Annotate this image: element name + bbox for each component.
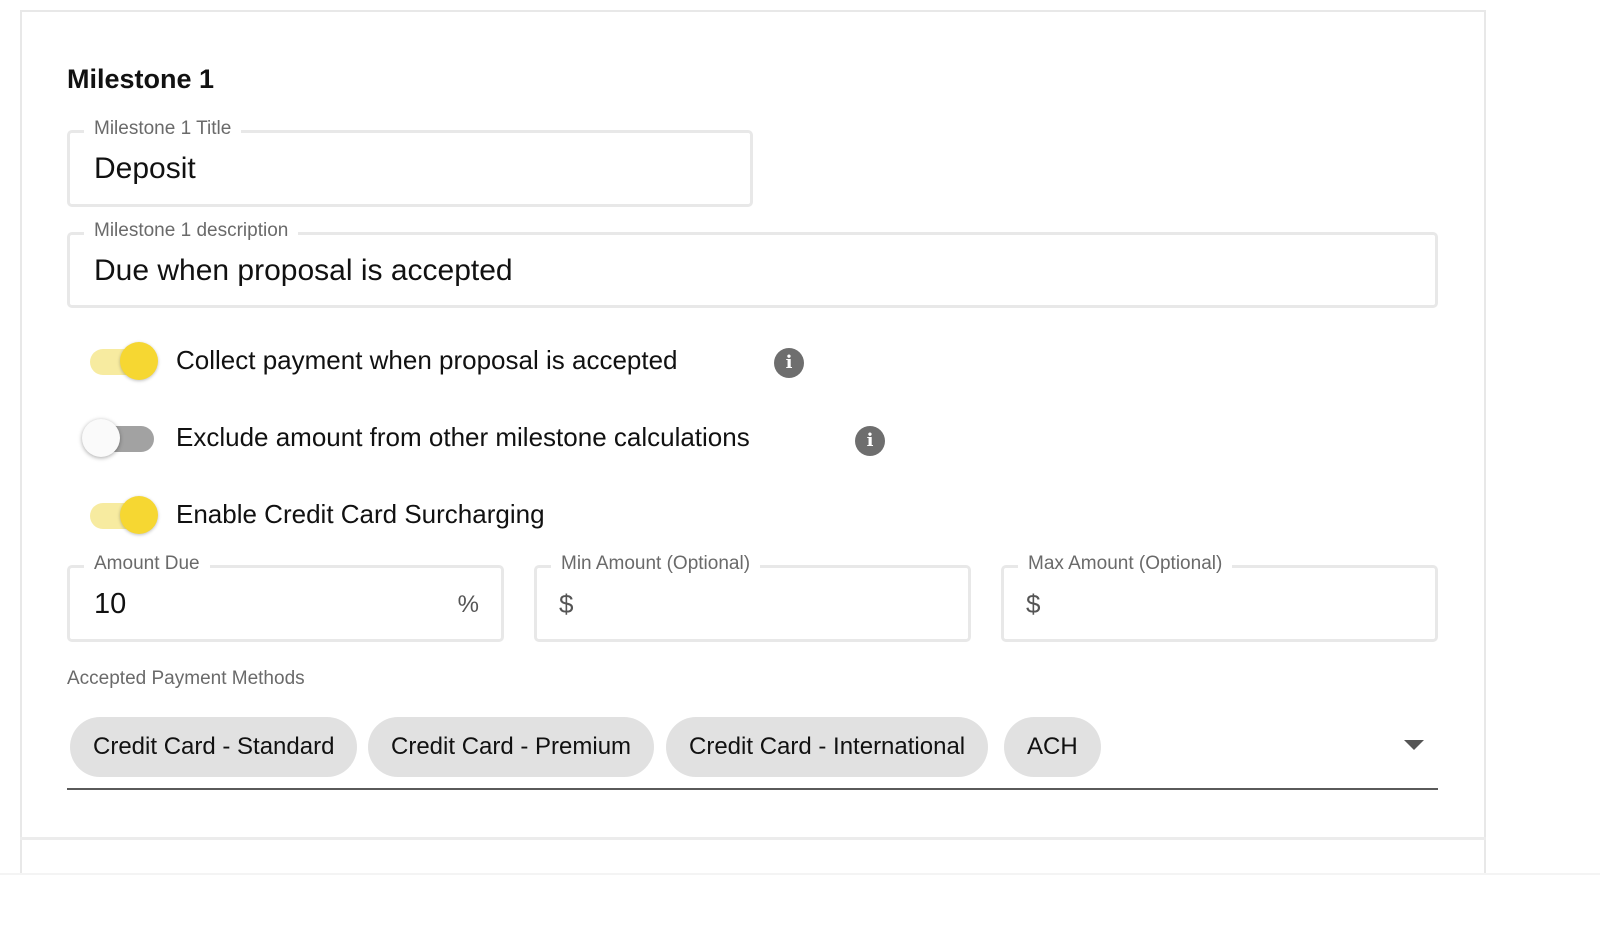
exclude-amount-toggle-row: Exclude amount from other milestone calc…: [82, 418, 846, 458]
payment-methods-label: Accepted Payment Methods: [67, 668, 305, 689]
milestone-title-field[interactable]: Milestone 1 Title Deposit: [67, 117, 753, 207]
toggle-thumb: [82, 419, 120, 457]
surcharging-label: Enable Credit Card Surcharging: [176, 499, 545, 529]
chip-credit-card-international[interactable]: Credit Card - International: [666, 717, 989, 777]
milestone-title-label: Milestone 1 Title: [84, 117, 242, 141]
exclude-amount-toggle[interactable]: [82, 418, 158, 458]
collect-payment-toggle[interactable]: [86, 341, 158, 381]
dollar-prefix: $: [559, 589, 574, 619]
min-amount-label: Min Amount (Optional): [551, 552, 761, 576]
milestone-description-label: Milestone 1 description: [84, 219, 299, 243]
exclude-amount-label: Exclude amount from other milestone calc…: [176, 422, 750, 452]
max-amount-label: Max Amount (Optional): [1018, 552, 1233, 576]
chip-credit-card-standard[interactable]: Credit Card - Standard: [70, 717, 358, 777]
chip-ach[interactable]: ACH: [1004, 717, 1101, 777]
milestone-description-field[interactable]: Milestone 1 description Due when proposa…: [67, 219, 1438, 308]
info-icon[interactable]: i: [855, 426, 885, 456]
page-divider: [0, 873, 1600, 875]
dollar-prefix: $: [1026, 589, 1041, 619]
chip-credit-card-premium[interactable]: Credit Card - Premium: [368, 717, 655, 777]
min-amount-field[interactable]: Min Amount (Optional) $: [534, 552, 971, 642]
max-amount-field[interactable]: Max Amount (Optional) $: [1001, 552, 1438, 642]
payment-methods-select[interactable]: Credit Card - Standard Credit Card - Pre…: [67, 712, 1438, 790]
amount-due-field[interactable]: Amount Due 10 %: [67, 552, 504, 642]
surcharging-toggle-row: Enable Credit Card Surcharging: [86, 495, 606, 535]
toggle-thumb: [120, 496, 158, 534]
toggle-thumb: [120, 342, 158, 380]
chevron-down-icon[interactable]: [1404, 740, 1424, 750]
amount-due-label: Amount Due: [84, 552, 210, 576]
next-section-card: [20, 840, 1486, 873]
info-icon[interactable]: i: [774, 348, 804, 378]
milestone-description-value[interactable]: Due when proposal is accepted: [94, 254, 513, 288]
milestone-heading: Milestone 1: [67, 64, 215, 94]
collect-payment-label: Collect payment when proposal is accepte…: [176, 345, 678, 375]
milestone-title-value[interactable]: Deposit: [94, 152, 196, 186]
surcharging-toggle[interactable]: [86, 495, 158, 535]
amount-due-value[interactable]: 10: [94, 588, 126, 621]
collect-payment-toggle-row: Collect payment when proposal is accepte…: [86, 341, 816, 381]
percent-suffix: %: [457, 591, 479, 618]
